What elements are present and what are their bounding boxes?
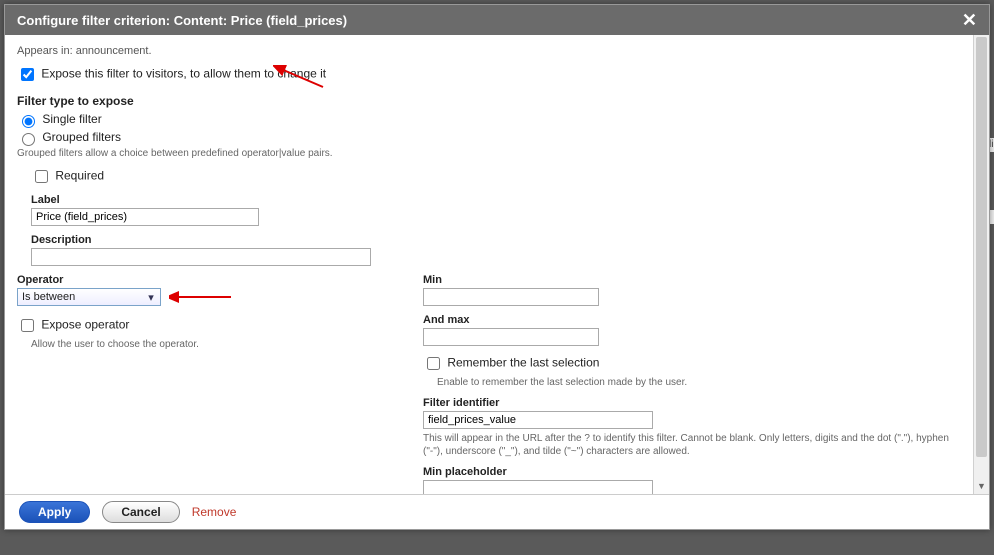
min-placeholder-input[interactable] bbox=[423, 480, 653, 494]
modal-button-bar: Apply Cancel Remove bbox=[5, 495, 989, 529]
remove-link[interactable]: Remove bbox=[192, 505, 237, 519]
modal-titlebar: Configure filter criterion: Content: Pri… bbox=[5, 5, 989, 35]
required-checkbox[interactable] bbox=[35, 170, 48, 183]
required-label: Required bbox=[55, 169, 104, 183]
close-icon[interactable]: ✕ bbox=[962, 11, 977, 29]
cancel-button[interactable]: Cancel bbox=[102, 501, 179, 523]
apply-button[interactable]: Apply bbox=[19, 501, 90, 523]
expose-label: Expose this filter to visitors, to allow… bbox=[41, 67, 326, 81]
expose-checkbox[interactable] bbox=[21, 68, 34, 81]
operator-select[interactable]: Is between ▾ bbox=[17, 288, 161, 306]
operator-value: Is between bbox=[22, 291, 75, 303]
min-placeholder-label: Min placeholder bbox=[423, 466, 961, 478]
expose-operator-label: Expose operator bbox=[41, 318, 129, 332]
remember-help: Enable to remember the last selection ma… bbox=[437, 376, 961, 389]
min-label: Min bbox=[423, 274, 961, 286]
and-max-input[interactable] bbox=[423, 328, 599, 346]
description-input[interactable] bbox=[31, 248, 371, 266]
modal-content: Appears in: announcement. Expose this fi… bbox=[5, 35, 973, 494]
grouped-filters-label: Grouped filters bbox=[42, 130, 121, 144]
description-field-label: Description bbox=[31, 234, 961, 246]
configure-filter-modal: Configure filter criterion: Content: Pri… bbox=[4, 4, 990, 530]
expose-row: Expose this filter to visitors, to allow… bbox=[17, 65, 961, 84]
label-input[interactable] bbox=[31, 208, 259, 226]
annotation-arrow-operator bbox=[169, 289, 239, 305]
single-filter-label: Single filter bbox=[42, 112, 101, 126]
identifier-help: This will appear in the URL after the ? … bbox=[423, 432, 961, 458]
scroll-down-icon[interactable]: ▼ bbox=[974, 478, 989, 494]
scrollbar-thumb[interactable] bbox=[976, 37, 987, 457]
vertical-scrollbar[interactable]: ▲ ▼ bbox=[973, 35, 989, 494]
modal-title: Configure filter criterion: Content: Pri… bbox=[17, 13, 347, 28]
grouped-filters-help: Grouped filters allow a choice between p… bbox=[17, 148, 961, 159]
expose-operator-checkbox[interactable] bbox=[21, 319, 34, 332]
min-input[interactable] bbox=[423, 288, 599, 306]
appears-in-text: Appears in: announcement. bbox=[17, 45, 961, 57]
filter-type-heading: Filter type to expose bbox=[17, 94, 961, 108]
operator-label: Operator bbox=[17, 274, 393, 286]
grouped-filters-radio[interactable] bbox=[22, 133, 35, 146]
modal-body: Appears in: announcement. Expose this fi… bbox=[5, 35, 989, 495]
identifier-label: Filter identifier bbox=[423, 397, 961, 409]
label-field-label: Label bbox=[31, 194, 961, 206]
remember-label: Remember the last selection bbox=[447, 356, 599, 370]
expose-operator-help: Allow the user to choose the operator. bbox=[31, 338, 393, 351]
remember-checkbox[interactable] bbox=[427, 357, 440, 370]
and-max-label: And max bbox=[423, 314, 961, 326]
identifier-input[interactable] bbox=[423, 411, 653, 429]
chevron-down-icon: ▾ bbox=[146, 291, 156, 304]
single-filter-radio[interactable] bbox=[22, 115, 35, 128]
